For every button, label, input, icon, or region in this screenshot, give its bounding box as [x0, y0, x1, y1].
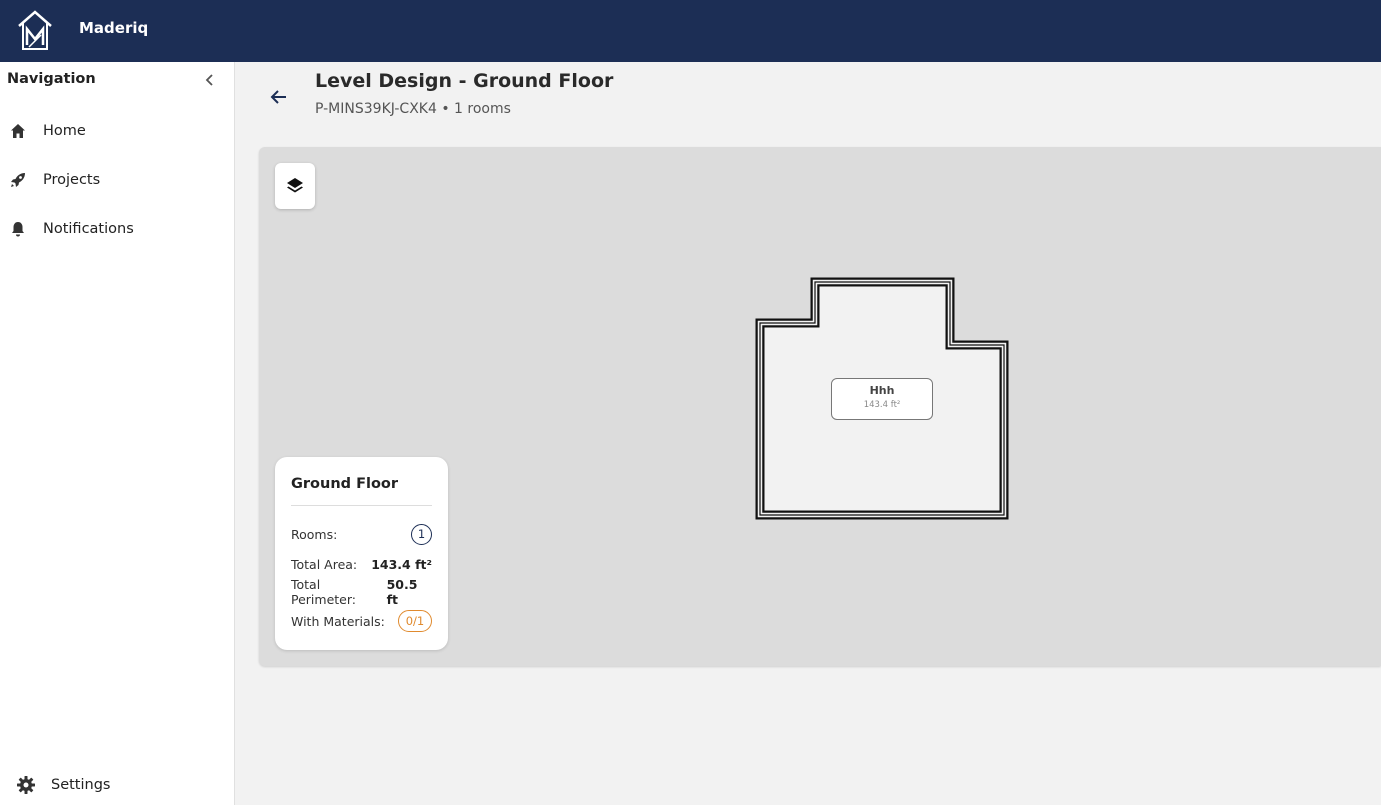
house-logo-icon[interactable]	[15, 9, 55, 51]
sidebar-item-label: Projects	[43, 172, 101, 188]
layers-icon	[287, 178, 303, 193]
sidebar-item-home[interactable]: Home	[0, 111, 234, 151]
bell-icon	[8, 219, 28, 239]
rooms-label: Rooms:	[291, 526, 338, 542]
app-name: Maderiq	[79, 19, 149, 37]
top-bar: Maderiq	[0, 0, 1381, 62]
room-name: Hhh	[869, 384, 895, 397]
sidebar-item-projects[interactable]: Projects	[0, 160, 234, 200]
level-summary-card: Ground Floor Rooms: 1 Total Area: 143.4 …	[275, 457, 448, 650]
sidebar-item-label: Notifications	[43, 221, 134, 237]
rooms-count-badge: 1	[411, 523, 432, 545]
room-area: 143.4 ft²	[863, 400, 901, 410]
collapse-sidebar-button[interactable]	[200, 70, 220, 90]
with-materials-label: With Materials:	[291, 613, 385, 629]
sidebar-item-label: Home	[43, 123, 86, 139]
total-area-label: Total Area:	[291, 556, 358, 572]
total-area-row: Total Area: 143.4 ft²	[291, 553, 432, 575]
summary-title: Ground Floor	[291, 476, 399, 492]
materials-badge: 0/1	[398, 610, 432, 632]
sidebar: Navigation Home Projects Notifications S…	[0, 62, 235, 805]
total-perimeter-value: 50.5 ft	[386, 577, 418, 607]
room-label[interactable]: Hhh 143.4 ft²	[831, 378, 933, 420]
with-materials-row: With Materials: 0/1	[291, 610, 432, 632]
rooms-row: Rooms: 1	[291, 523, 432, 545]
total-perimeter-label: Total Perimeter:	[291, 577, 356, 607]
rocket-icon	[8, 170, 28, 190]
gear-icon	[16, 775, 36, 795]
chevron-left-icon	[205, 74, 213, 86]
sidebar-item-settings[interactable]: Settings	[0, 765, 234, 805]
sidebar-item-notifications[interactable]: Notifications	[0, 209, 234, 249]
arrow-left-icon	[270, 90, 286, 104]
settings-label: Settings	[51, 777, 111, 793]
back-button[interactable]	[266, 84, 292, 110]
navigation-title: Navigation	[7, 71, 96, 87]
floor-plan-canvas[interactable]: Hhh 143.4 ft² Ground Floor Rooms: 1 Tota…	[259, 147, 1381, 666]
total-perimeter-row: Total Perimeter: 50.5 ft	[291, 577, 432, 607]
layers-button[interactable]	[275, 163, 315, 209]
page-subtitle: P-MINS39KJ-CXK4 • 1 rooms	[315, 101, 511, 117]
page-title: Level Design - Ground Floor	[315, 70, 614, 92]
summary-divider	[291, 505, 432, 506]
total-area-value: 143.4 ft²	[371, 556, 432, 572]
home-icon	[8, 121, 28, 141]
